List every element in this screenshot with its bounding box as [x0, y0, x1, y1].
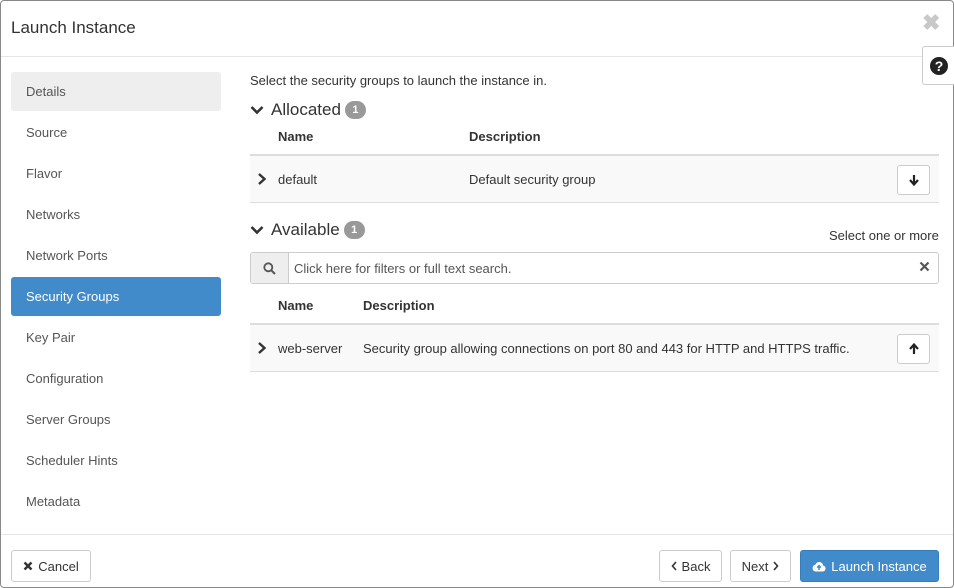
search-input[interactable] — [291, 254, 911, 282]
launch-instance-dialog: Launch Instance ✖ ? Details Source Flavo… — [0, 0, 954, 588]
available-row-description: Security group allowing connections on p… — [363, 341, 850, 356]
select-hint: Select one or more — [829, 228, 939, 243]
search-icon — [263, 262, 276, 275]
chevron-down-icon — [250, 106, 264, 115]
available-toggle[interactable]: Available 1 — [250, 220, 365, 240]
allocated-row-name: default — [278, 172, 318, 187]
help-button[interactable]: ? — [922, 46, 954, 85]
available-row-name: web-server — [278, 341, 343, 356]
cloud-upload-icon — [812, 561, 826, 571]
search-bar — [250, 252, 939, 284]
back-button[interactable]: Back — [659, 550, 722, 582]
chevron-down-icon — [250, 226, 264, 235]
dialog-footer: Cancel Back Next Launch Instance — [1, 534, 953, 588]
dialog-title: Launch Instance — [11, 18, 136, 37]
available-title: Available — [271, 220, 340, 239]
available-col-description[interactable]: Description — [363, 298, 435, 313]
cancel-label: Cancel — [38, 558, 79, 574]
dialog-header: Launch Instance ✖ — [1, 1, 953, 57]
nav-item-flavor[interactable]: Flavor — [11, 154, 221, 193]
allocated-col-description[interactable]: Description — [469, 129, 541, 144]
next-button[interactable]: Next — [730, 550, 791, 582]
arrow-down-icon — [909, 175, 919, 186]
nav-item-networks[interactable]: Networks — [11, 195, 221, 234]
launch-instance-button[interactable]: Launch Instance — [800, 550, 939, 582]
next-label: Next — [741, 558, 769, 574]
chevron-right-icon[interactable] — [257, 172, 267, 186]
arrow-up-icon — [909, 343, 919, 354]
allocated-title: Allocated — [271, 100, 341, 119]
nav-item-configuration[interactable]: Configuration — [11, 359, 221, 398]
allocated-col-name[interactable]: Name — [278, 129, 313, 144]
allocated-row-description: Default security group — [469, 172, 596, 187]
chevron-left-icon — [670, 561, 677, 571]
nav-item-source[interactable]: Source — [11, 113, 221, 152]
available-count-badge: 1 — [343, 221, 365, 239]
allocate-button[interactable] — [897, 334, 930, 364]
nav-item-scheduler-hints[interactable]: Scheduler Hints — [11, 441, 221, 480]
allocated-row: default Default security group — [250, 156, 939, 203]
close-icon[interactable]: ✖ — [922, 11, 940, 35]
chevron-right-icon[interactable] — [257, 341, 267, 355]
available-col-name[interactable]: Name — [278, 298, 313, 313]
nav-item-network-ports[interactable]: Network Ports — [11, 236, 221, 275]
close-icon — [23, 561, 33, 571]
launch-instance-label: Launch Instance — [831, 558, 927, 574]
nav-item-security-groups[interactable]: Security Groups — [11, 277, 221, 316]
clear-icon[interactable] — [919, 261, 930, 272]
question-icon: ? — [930, 57, 948, 75]
cancel-button[interactable]: Cancel — [11, 550, 91, 582]
chevron-right-icon — [773, 561, 779, 571]
wizard-nav: Details Source Flavor Networks Network P… — [11, 72, 221, 523]
allocated-toggle[interactable]: Allocated 1 — [250, 100, 366, 120]
nav-item-metadata[interactable]: Metadata — [11, 482, 221, 521]
search-addon — [251, 253, 289, 283]
intro-text: Select the security groups to launch the… — [250, 73, 548, 88]
back-label: Back — [681, 558, 711, 574]
allocated-count-badge: 1 — [344, 101, 366, 119]
available-row: web-server Security group allowing conne… — [250, 325, 939, 372]
nav-item-key-pair[interactable]: Key Pair — [11, 318, 221, 357]
deallocate-button[interactable] — [897, 165, 930, 195]
nav-item-details[interactable]: Details — [11, 72, 221, 111]
nav-item-server-groups[interactable]: Server Groups — [11, 400, 221, 439]
